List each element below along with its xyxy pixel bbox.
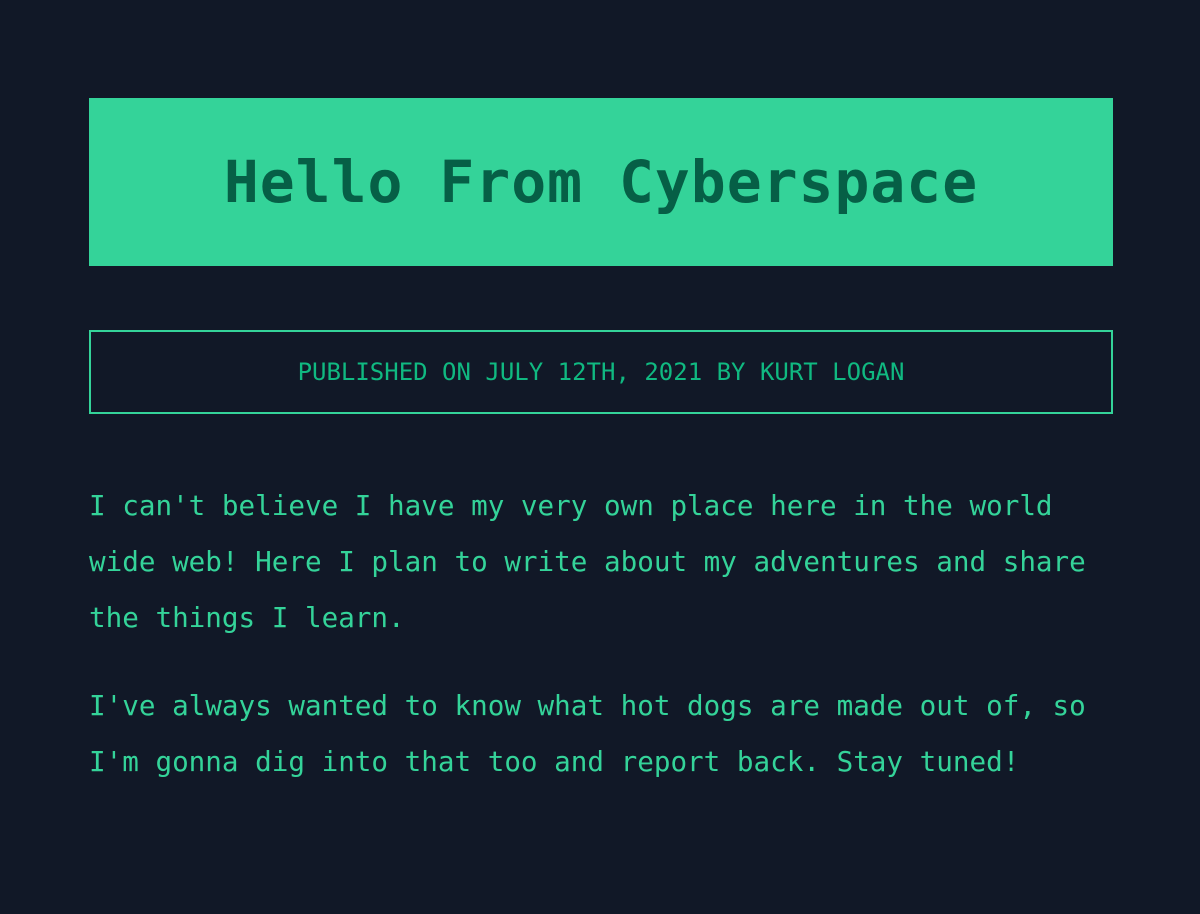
paragraph-2: I've always wanted to know what hot dogs… xyxy=(89,689,1086,778)
paragraph-1: I can't believe I have my very own place… xyxy=(89,489,1086,634)
blog-post-page: Hello From Cyberspace PUBLISHED ON JULY … xyxy=(0,0,1200,914)
title-banner: Hello From Cyberspace xyxy=(89,98,1113,266)
byline: PUBLISHED ON JULY 12TH, 2021 BY KURT LOG… xyxy=(297,358,905,386)
page-title: Hello From Cyberspace xyxy=(223,148,979,216)
article-body: I can't believe I have my very own place… xyxy=(89,478,1119,822)
byline-box: PUBLISHED ON JULY 12TH, 2021 BY KURT LOG… xyxy=(89,330,1113,414)
